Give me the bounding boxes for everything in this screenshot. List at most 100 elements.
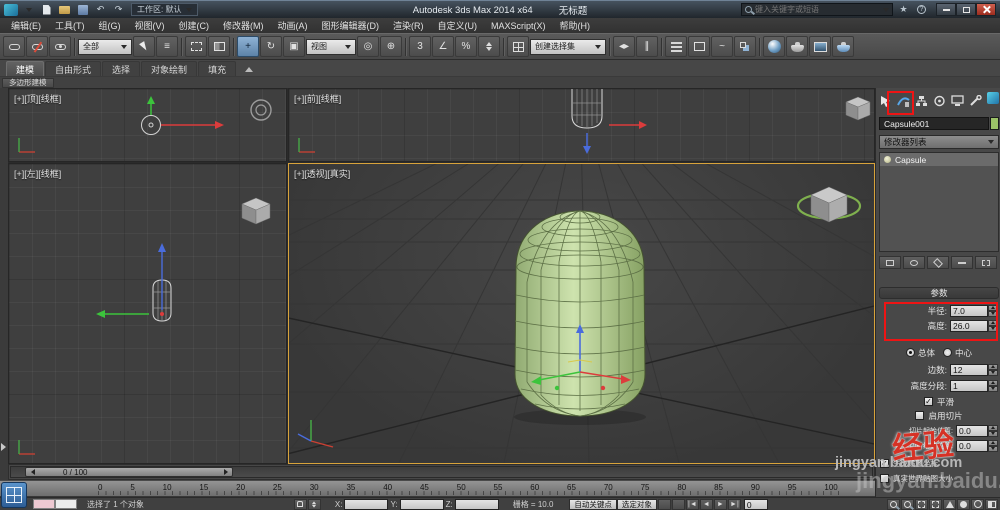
time-slider-handle[interactable]: 0 / 100 (25, 467, 233, 477)
key-filters-icon[interactable] (671, 498, 685, 510)
menu-animation[interactable]: 动画(A) (271, 18, 315, 33)
play-animation-icon[interactable]: ► (713, 498, 727, 510)
workspace-selector[interactable]: 工作区: 默认 (131, 3, 199, 16)
visibility-bulb-icon[interactable] (884, 156, 891, 163)
select-and-scale-icon[interactable]: ▣ (283, 36, 305, 57)
auto-key-button[interactable]: 自动关键点 (569, 498, 617, 510)
smooth-checkbox[interactable]: ✓ (923, 397, 933, 406)
time-slider[interactable]: 0 / 100 (8, 464, 875, 480)
height-field[interactable]: 26.0 (950, 319, 988, 332)
make-unique-icon[interactable] (927, 256, 949, 269)
percent-snap-icon[interactable]: % (455, 36, 477, 57)
redo-icon[interactable]: ↷ (111, 3, 126, 16)
current-frame-field[interactable]: 0 (743, 498, 768, 510)
select-object-icon[interactable] (133, 36, 155, 57)
menu-help[interactable]: 帮助(H) (553, 18, 598, 33)
slice-to-field[interactable]: 0.0 (956, 439, 988, 452)
window-crossing-toggle-icon[interactable] (208, 36, 230, 57)
help-icon[interactable]: ? (914, 3, 929, 16)
app-logo-icon[interactable] (4, 3, 18, 16)
zoom-extents-icon[interactable] (915, 498, 928, 510)
viewport-front[interactable]: [+][前][线框] (288, 88, 875, 162)
viewcube[interactable] (796, 186, 862, 223)
height-spinner[interactable] (988, 319, 998, 332)
previous-key-icon[interactable]: ◄ (699, 498, 713, 510)
parameters-rollout-header[interactable]: 参数 (879, 287, 999, 299)
reference-coordsys-dropdown[interactable]: 视图 (306, 38, 356, 55)
align-icon[interactable]: ∥ (636, 36, 658, 57)
stack-item-capsule[interactable]: Capsule (880, 153, 998, 166)
time-slider-track[interactable]: 0 / 100 (10, 466, 873, 478)
menu-tools[interactable]: 工具(T) (48, 18, 92, 33)
menu-create[interactable]: 创建(C) (172, 18, 217, 33)
zoom-icon[interactable] (887, 498, 900, 510)
ribbon-tab-object-paint[interactable]: 对象绘制 (141, 61, 198, 76)
menu-group[interactable]: 组(G) (92, 18, 128, 33)
rectangular-selection-region-icon[interactable] (185, 36, 207, 57)
mirror-icon[interactable]: ◂▸ (613, 36, 635, 57)
configure-modifier-sets-icon[interactable] (975, 256, 997, 269)
close-button[interactable] (976, 3, 996, 16)
remove-modifier-icon[interactable] (951, 256, 973, 269)
select-and-manipulate-icon[interactable]: ⊕ (380, 36, 402, 57)
slice-from-field[interactable]: 0.0 (956, 424, 988, 437)
orbit-icon[interactable] (971, 498, 984, 510)
viewport-front-label[interactable]: [+][前][线框] (294, 92, 341, 105)
ribbon-tab-selection[interactable]: 选择 (102, 61, 141, 76)
search-input[interactable] (755, 5, 880, 14)
viewport-layout-tabs-button[interactable] (1, 482, 27, 508)
viewport-left-label[interactable]: [+][左][线框] (14, 167, 61, 180)
menu-edit[interactable]: 编辑(E) (4, 18, 48, 33)
spinner-snap-icon[interactable] (478, 36, 500, 57)
sides-spinner[interactable] (988, 363, 998, 376)
viewcube-left[interactable] (241, 197, 271, 225)
menu-customize[interactable]: 自定义(U) (431, 18, 485, 33)
slice-from-spinner[interactable] (988, 424, 998, 437)
hierarchy-tab-icon[interactable] (914, 94, 929, 109)
object-color-swatch[interactable] (990, 117, 999, 130)
set-key-icon[interactable] (657, 498, 671, 510)
modifier-stack[interactable]: Capsule (879, 152, 999, 252)
viewport-top[interactable]: [+][顶][线框] (8, 88, 287, 162)
previous-frame-icon[interactable] (26, 467, 39, 477)
select-and-link-icon[interactable] (3, 36, 25, 57)
infocenter-search[interactable] (741, 3, 893, 16)
field-of-view-icon[interactable] (943, 498, 956, 510)
named-selection-sets-dropdown[interactable]: 创建选择集 (530, 38, 606, 55)
real-world-checkbox[interactable] (880, 474, 889, 483)
zoom-all-icon[interactable] (901, 498, 914, 510)
sides-field[interactable]: 12 (950, 363, 988, 376)
select-and-move-icon[interactable]: + (237, 36, 259, 57)
material-editor-icon[interactable] (763, 36, 785, 57)
layer-manager-icon[interactable] (665, 36, 687, 57)
new-scene-icon[interactable] (39, 3, 54, 16)
open-file-icon[interactable] (57, 3, 72, 16)
unlink-selection-icon[interactable] (26, 36, 48, 57)
ribbon-tab-freeform[interactable]: 自由形式 (45, 61, 102, 76)
y-field[interactable] (399, 498, 444, 510)
ribbon-expand-icon[interactable] (245, 67, 254, 72)
ribbon-tab-modeling[interactable]: 建模 (6, 61, 45, 76)
panel-corner-icon[interactable] (987, 92, 999, 104)
capsule-top-view[interactable] (141, 115, 161, 135)
app-menu-arrow-icon[interactable] (21, 3, 36, 16)
height-segs-field[interactable]: 1 (950, 379, 988, 392)
render-production-icon[interactable] (832, 36, 854, 57)
pan-view-icon[interactable] (957, 498, 970, 510)
viewport-perspective[interactable]: [+][透视][真实] (288, 163, 875, 464)
motion-tab-icon[interactable] (932, 94, 947, 109)
viewport-perspective-label[interactable]: [+][透视][真实] (294, 167, 350, 180)
go-to-start-icon[interactable]: |◄ (685, 498, 699, 510)
maxscript-mini-listener-white[interactable] (55, 499, 77, 509)
graphite-ribbon-toggle-icon[interactable] (688, 36, 710, 57)
utilities-tab-icon[interactable] (968, 94, 983, 109)
menu-graph-editors[interactable]: 图形编辑器(D) (315, 18, 387, 33)
selection-filter-dropdown[interactable]: 全部 (78, 38, 132, 55)
viewcube-top[interactable] (250, 99, 272, 121)
radius-field[interactable]: 7.0 (950, 304, 988, 317)
snaps-toggle-icon[interactable]: 3 (409, 36, 431, 57)
overall-radio-group[interactable]: 总体 (905, 347, 935, 359)
undo-icon[interactable]: ↶ (93, 3, 108, 16)
selection-lock-toggle[interactable] (293, 498, 307, 510)
next-frame-icon[interactable] (219, 467, 232, 477)
